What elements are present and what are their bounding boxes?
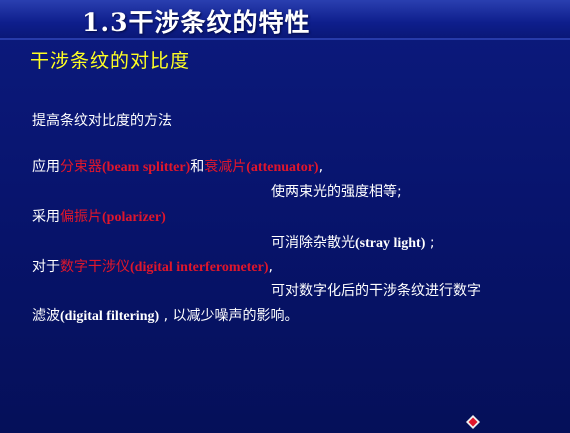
line2-text: 使两束光的强度相等; [271,184,402,200]
line5-suffix: , [268,259,273,275]
page-title: 1.3干涉条纹的特性 [82,8,311,37]
method-line-2: 使两束光的强度相等; [271,181,402,201]
method-line-6: 可对数字化后的干涉条纹进行数字 [271,280,481,300]
title-divider [0,38,570,40]
line5-prefix: 对于 [32,259,60,275]
intro-label: 提高条纹对比度的方法 [32,113,172,129]
interferometer-cn: 数字干涉仪 [60,259,130,275]
beam-splitter-cn: 分束器 [60,159,102,175]
term-beam-splitter: 分束器(beam splitter) [60,159,190,175]
interferometer-en: (digital interferometer) [130,260,269,275]
line1-suffix: , [318,159,324,175]
term-polarizer: 偏振片(polarizer) [60,209,166,225]
term-digital-interferometer: 数字干涉仪(digital interferometer) [60,259,269,275]
diamond-nav-icon[interactable] [466,414,480,429]
digital-filtering-en: (digital filtering) [60,309,160,324]
beam-splitter-en: (beam splitter) [102,160,191,175]
line1-prefix: 应用 [32,159,60,175]
line3-prefix: 采用 [32,209,60,225]
term-attenuator: 衰减片(attenuator) [204,159,318,175]
attenuator-cn: 衰减片 [204,159,247,175]
method-line-4: 可消除杂散光(stray light) ; [271,232,435,252]
method-line-1: 应用分束器(beam splitter)和衰减片(attenuator), [32,156,323,176]
attenuator-en: (attenuator) [246,160,319,175]
polarizer-cn: 偏振片 [60,209,102,225]
method-line-3: 采用偏振片(polarizer) [32,206,166,226]
line4-text: 可消除杂散光 [271,235,355,251]
line4-suffix: ; [425,235,435,251]
line6-text: 可对数字化后的干涉条纹进行数字 [271,283,481,299]
stray-light-en: (stray light) [355,236,426,251]
line1-joiner: 和 [190,159,205,175]
line7-prefix: 滤波 [32,308,60,324]
slide-subtitle: 干涉条纹的对比度 [30,50,191,72]
method-line-7: 滤波(digital filtering) , 以减少噪声的影响。 [32,305,299,325]
method-line-5: 对于数字干涉仪(digital interferometer), [32,256,273,276]
polarizer-en: (polarizer) [102,210,166,225]
intro-text: 提高条纹对比度的方法 [32,110,172,130]
line7-suffix: , 以减少噪声的影响。 [159,308,299,324]
